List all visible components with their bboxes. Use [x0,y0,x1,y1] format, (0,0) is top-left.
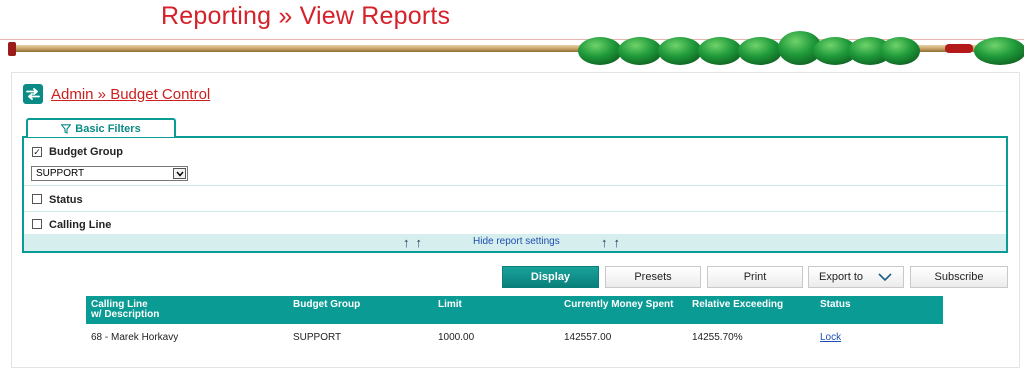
budget-group-select[interactable]: SUPPORT [31,166,188,181]
calling-line-checkbox[interactable] [32,219,42,229]
breadcrumb: Admin » Budget Control [23,84,210,104]
table-row: 68 - Marek Horkavy SUPPORT 1000.00 14255… [86,324,943,346]
filter-row-status: Status [24,186,1006,212]
filter-row-calling-line: Calling Line [24,212,1006,236]
page: Reporting » View Reports Admin » Budget … [0,0,1024,374]
page-title: Reporting » View Reports [161,2,451,30]
status-checkbox[interactable] [32,194,42,204]
cell-status: Lock [820,332,841,343]
presets-button[interactable]: Presets [605,266,701,288]
col-money-spent[interactable]: Currently Money Spent [564,300,673,310]
arrow-up-icon: ↑↑ [403,235,428,250]
export-to-button[interactable]: Export to [808,266,904,288]
hide-settings-bar[interactable]: ↑↑ Hide report settings ↑↑ [24,234,1006,251]
filter-row-budget-group: ✓ Budget Group SUPPORT [24,138,1006,186]
switch-arrows-icon[interactable] [23,84,43,104]
cell-money-spent: 142557.00 [564,332,612,343]
abacus-banner-illustration [8,31,1024,65]
subscribe-button[interactable]: Subscribe [910,266,1008,288]
tab-basic-filters-label: Basic Filters [75,122,141,135]
table-header: Calling Line w/ Description Budget Group… [86,296,943,324]
filter-icon [61,123,72,134]
cell-calling-line: 68 - Marek Horkavy [91,332,179,343]
lock-link[interactable]: Lock [820,332,841,343]
arrow-up-icon: ↑↑ [601,235,626,250]
results-table: Calling Line w/ Description Budget Group… [86,296,943,346]
filters-panel: ✓ Budget Group SUPPORT Status Calling Li… [22,136,1008,253]
budget-group-select-value: SUPPORT [36,168,85,179]
col-calling-line[interactable]: Calling Line w/ Description [91,300,159,320]
print-button[interactable]: Print [707,266,803,288]
display-button[interactable]: Display [502,266,599,288]
cell-relative-exceeding: 14255.70% [692,332,743,343]
chevron-down-icon [878,273,892,282]
cell-limit: 1000.00 [438,332,475,343]
budget-group-label: Budget Group [49,146,123,158]
col-budget-group[interactable]: Budget Group [293,300,360,310]
calling-line-label: Calling Line [49,219,112,231]
export-to-label: Export to [818,271,864,283]
col-limit[interactable]: Limit [438,300,462,310]
status-label: Status [49,194,83,206]
col-relative-exceeding[interactable]: Relative Exceeding [692,300,783,310]
tab-basic-filters[interactable]: Basic Filters [26,118,176,137]
cell-budget-group: SUPPORT [293,332,342,343]
chevron-down-icon[interactable] [173,168,186,179]
breadcrumb-link[interactable]: Admin » Budget Control [51,86,210,103]
hide-report-settings-link[interactable]: Hide report settings [473,236,560,247]
col-status[interactable]: Status [820,300,851,310]
budget-group-checkbox[interactable]: ✓ [32,147,42,157]
col-calling-line-sublabel: w/ Description [91,309,160,320]
